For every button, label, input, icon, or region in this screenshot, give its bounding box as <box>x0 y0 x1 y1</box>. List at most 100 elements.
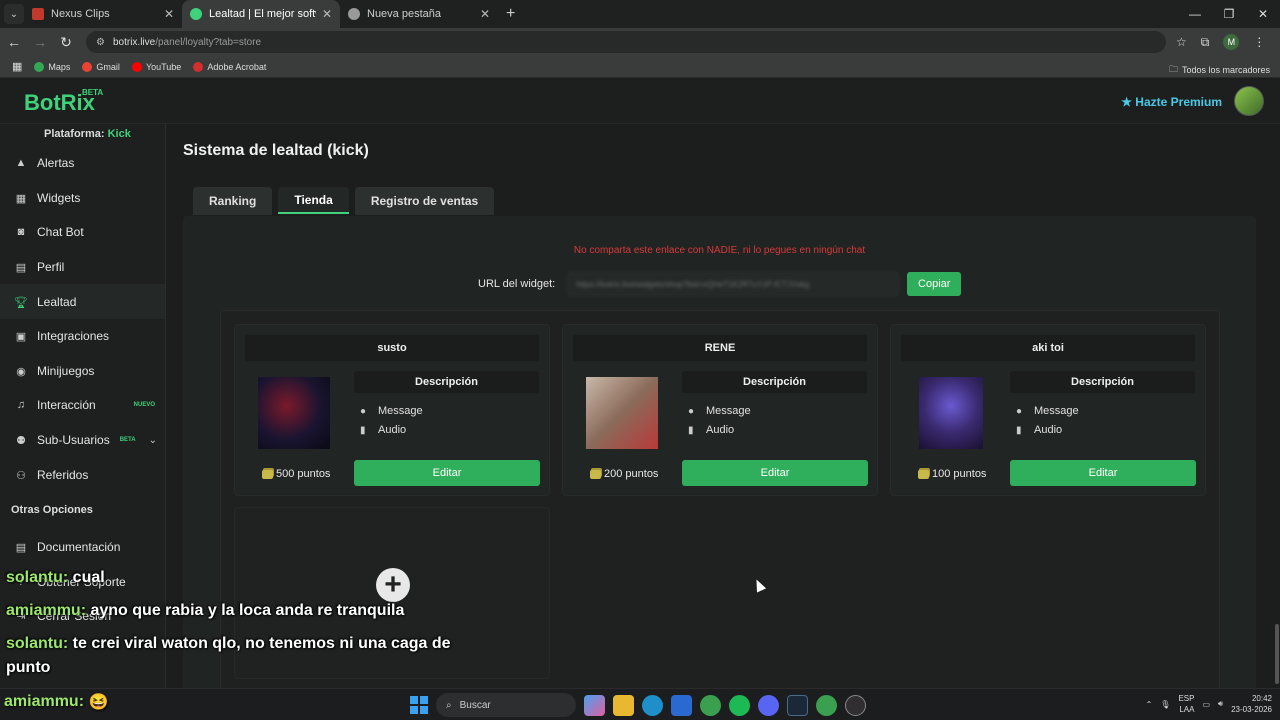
obs-icon[interactable] <box>845 694 866 716</box>
sidebar-item-alertas[interactable]: ▲ Alertas <box>0 146 165 181</box>
network-icon[interactable]: ▭ <box>1202 700 1210 709</box>
clock[interactable]: 20:42 23-03-2026 <box>1231 693 1272 715</box>
user-avatar[interactable] <box>1234 86 1264 116</box>
coins-icon <box>918 469 929 479</box>
url-path: /panel/loyalty?tab=store <box>155 36 262 48</box>
store-icon[interactable] <box>671 694 692 716</box>
new-tab-plus-icon[interactable]: + <box>506 5 515 23</box>
windows-start-icon[interactable] <box>410 696 428 714</box>
item-name: aki toi <box>901 335 1195 361</box>
chat-overlay-line: punto <box>6 659 51 676</box>
sidebar-item-chat-bot[interactable]: ◙ Chat Bot <box>0 215 165 250</box>
audio-file-icon: ▮ <box>688 424 694 436</box>
back-arrow-icon[interactable]: ← <box>2 34 26 50</box>
item-image <box>919 377 983 449</box>
tab-ranking[interactable]: Ranking <box>193 187 273 215</box>
microphone-icon[interactable]: 🎙︎ <box>1160 700 1170 709</box>
close-tab-icon[interactable]: ✕ <box>164 7 174 21</box>
tab-search-button[interactable]: ⌄ <box>4 4 24 24</box>
feature-message: ● Message <box>688 405 751 417</box>
sidebar-item-referidos[interactable]: ⚇ Referidos <box>0 457 165 492</box>
browser-tab-bar: ⌄ Nexus Clips ✕ Lealtad | El mejor softw… <box>0 0 1280 28</box>
bookmark-maps[interactable]: Maps <box>34 61 70 72</box>
system-tray: ⌃ 🎙︎ ESP LAA ▭ 🔊︎ 20:42 23-03-2026 <box>1146 693 1272 715</box>
close-tab-icon[interactable]: ✕ <box>322 7 332 21</box>
chevron-down-icon[interactable]: ⌄ <box>149 435 157 446</box>
page-scrollbar[interactable] <box>1274 124 1280 688</box>
feature-message: ● Message <box>1016 405 1079 417</box>
taskbar-search[interactable]: ⌕ Buscar <box>436 693 576 717</box>
trophy-icon: 🏆︎ <box>14 296 28 309</box>
maximize-icon[interactable]: ❐ <box>1212 0 1246 28</box>
feature-message: ● Message <box>360 405 423 417</box>
language-indicator[interactable]: ESP LAA <box>1178 693 1194 715</box>
browser-tab-nexus-clips[interactable]: Nexus Clips ✕ <box>24 0 182 28</box>
bookmark-gmail[interactable]: Gmail <box>82 61 120 72</box>
other-options-title: Otras Opciones <box>11 503 93 516</box>
extensions-icon[interactable]: ⧉ <box>1201 35 1210 50</box>
chat-overlay-line: solantu: cual <box>6 569 105 586</box>
site-info-icon[interactable]: ⚙ <box>96 37 105 48</box>
sidebar-item-interaccion[interactable]: ♫ Interacción NUEVO <box>0 388 165 423</box>
bookmark-adobe-acrobat[interactable]: Adobe Acrobat <box>193 61 266 72</box>
sidebar-item-minijuegos[interactable]: ◉ Minijuegos <box>0 354 165 389</box>
sidebar-item-widgets[interactable]: ▦ Widgets <box>0 181 165 216</box>
edit-button[interactable]: Editar <box>682 460 868 486</box>
edit-button[interactable]: Editar <box>1010 460 1196 486</box>
gmail-icon <box>82 61 93 72</box>
spotify-icon[interactable] <box>729 694 750 716</box>
url-host: botrix.live <box>112 36 156 48</box>
minimize-icon[interactable]: — <box>1178 0 1212 28</box>
all-bookmarks[interactable]: 🗀 Todos los marcadores <box>1169 62 1270 78</box>
edit-button[interactable]: Editar <box>354 460 540 486</box>
steam-icon[interactable] <box>787 694 808 716</box>
star-icon: ★ <box>1121 95 1136 109</box>
tab-tienda[interactable]: Tienda <box>278 187 349 214</box>
store-item-card: aki toi Descripción ● Message ▮ Audio 100 … <box>890 324 1206 496</box>
url-omnibox[interactable]: ⚙ botrix.live/panel/loyalty?tab=store <box>86 31 1166 53</box>
sidebar-item-sub-usuarios[interactable]: ⚉ Sub-Usuarios BETA ⌄ <box>0 423 165 458</box>
bookmark-youtube[interactable]: YouTube <box>131 61 181 72</box>
discord-icon[interactable] <box>758 694 779 716</box>
apps-grid-icon[interactable]: ▦ <box>12 60 22 73</box>
sidebar-item-integraciones[interactable]: ▣ Integraciones <box>0 319 165 354</box>
widget-url-input[interactable]: https://botrix.live/widgets/shop?bid=xQH… <box>567 272 900 296</box>
item-name: susto <box>245 335 539 361</box>
chrome-profile-icon[interactable] <box>816 694 837 716</box>
chevron-up-icon[interactable]: ⌃ <box>1146 700 1153 709</box>
chrome-favicon-icon <box>348 8 360 20</box>
copilot-icon[interactable] <box>584 694 605 716</box>
document-icon: ▤ <box>15 542 27 555</box>
window-controls: — ❐ ✕ <box>1178 0 1280 28</box>
bookmark-star-icon[interactable]: ☆ <box>1176 35 1187 49</box>
forward-arrow-icon[interactable]: → <box>28 34 52 50</box>
botrix-logo[interactable]: BotRix BETA <box>24 88 103 116</box>
sidebar-item-perfil[interactable]: ▤ Perfil <box>0 250 165 285</box>
users-icon: ⚉ <box>16 435 26 448</box>
reload-icon[interactable]: ↻ <box>54 34 78 51</box>
address-bar-row: ← → ↻ ⚙ botrix.live/panel/loyalty?tab=st… <box>0 28 1280 56</box>
browser-tab-new[interactable]: Nueva pestaña ✕ <box>340 0 498 28</box>
profile-avatar[interactable]: M <box>1223 34 1240 50</box>
premium-button[interactable]: ★ Hazte Premium <box>1121 95 1222 109</box>
sidebar-item-lealtad[interactable]: 🏆︎ Lealtad <box>0 284 165 319</box>
volume-icon[interactable]: 🔊︎ <box>1218 699 1223 709</box>
robot-icon: ◙ <box>17 226 25 239</box>
widgets-icon: ▦ <box>15 192 27 205</box>
logo-beta-badge: BETA <box>82 88 104 97</box>
bookmarks-bar: ▦ Maps Gmail YouTube Adobe Acrobat 🗀 Todo… <box>0 56 1280 78</box>
edge-icon[interactable] <box>642 694 663 716</box>
file-explorer-icon[interactable] <box>613 694 634 716</box>
sidebar-item-documentacion[interactable]: ▤ Documentación <box>0 530 165 565</box>
gamepad-icon: ◉ <box>16 365 26 378</box>
browser-menu-icon[interactable]: ⋮ <box>1253 35 1265 49</box>
scrollbar-thumb[interactable] <box>1275 624 1279 684</box>
close-window-icon[interactable]: ✕ <box>1246 0 1280 28</box>
plus-circle-icon[interactable]: + <box>376 568 410 602</box>
search-icon: ⌕ <box>446 699 452 711</box>
tab-registro-ventas[interactable]: Registro de ventas <box>354 187 495 215</box>
close-tab-icon[interactable]: ✕ <box>480 7 490 21</box>
chrome-icon[interactable] <box>700 694 721 716</box>
copy-button[interactable]: Copiar <box>907 272 962 296</box>
browser-tab-lealtad[interactable]: Lealtad | El mejor software para ✕ <box>182 0 340 28</box>
